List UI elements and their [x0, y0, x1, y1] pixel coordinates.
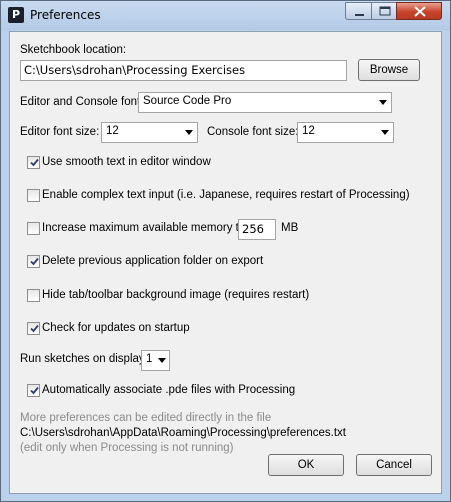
complex-text-checkbox[interactable] [27, 189, 40, 202]
console-font-size-value: 12 [302, 125, 315, 137]
cancel-button[interactable]: Cancel [356, 454, 432, 476]
editor-font-size-label: Editor font size: [20, 126, 100, 138]
font-select[interactable]: Source Code Pro [138, 92, 392, 113]
associate-pde-label: Automatically associate .pde files with … [42, 384, 296, 396]
max-memory-label: Increase maximum available memory to [42, 222, 246, 234]
check-updates-checkbox[interactable] [27, 322, 40, 335]
maximize-icon [379, 6, 391, 16]
dropdown-arrow-icon [158, 358, 166, 363]
browse-button[interactable]: Browse [358, 59, 420, 81]
close-button[interactable] [396, 2, 442, 20]
max-memory-input[interactable]: 256 [238, 219, 276, 240]
sketchbook-location-input[interactable]: C:\Users\sdrohan\Processing Exercises [20, 60, 347, 81]
font-select-value: Source Code Pro [143, 95, 232, 107]
dropdown-arrow-icon [185, 130, 193, 135]
check-updates-label: Check for updates on startup [42, 322, 190, 334]
smooth-text-checkbox[interactable] [27, 156, 40, 169]
memory-unit-label: MB [281, 222, 299, 234]
editor-font-size-value: 12 [106, 125, 119, 137]
preferences-panel: Sketchbook location: C:\Users\sdrohan\Pr… [9, 31, 442, 494]
max-memory-checkbox[interactable] [27, 222, 40, 235]
display-select-value: 1 [146, 353, 153, 365]
checkmark-icon [30, 158, 39, 167]
close-icon [414, 6, 426, 17]
minimize-button[interactable] [345, 2, 372, 20]
window-title: Preferences [30, 8, 101, 22]
hide-tab-checkbox[interactable] [27, 289, 40, 302]
console-font-size-label: Console font size: [207, 126, 299, 138]
display-select[interactable]: 1 [141, 350, 170, 371]
dropdown-arrow-icon [381, 130, 389, 135]
title-bar[interactable]: P Preferences [1, 1, 450, 30]
complex-text-label: Enable complex text input (i.e. Japanese… [42, 189, 410, 201]
sketchbook-location-label: Sketchbook location: [20, 44, 127, 56]
preferences-window: P Preferences Sketchbook location: C:\Us… [0, 0, 451, 502]
preferences-file-note: More preferences can be edited directly … [20, 412, 272, 424]
associate-pde-checkbox[interactable] [27, 384, 40, 397]
hide-tab-label: Hide tab/toolbar background image (requi… [42, 289, 310, 301]
maximize-button[interactable] [371, 2, 397, 20]
processing-app-icon: P [8, 7, 24, 23]
dropdown-arrow-icon [379, 100, 387, 105]
run-display-label: Run sketches on display [20, 353, 145, 365]
edit-caveat-note: (edit only when Processing is not runnin… [20, 442, 234, 454]
delete-folder-checkbox[interactable] [27, 255, 40, 268]
minimize-icon [355, 14, 364, 16]
checkmark-icon [30, 257, 39, 266]
editor-console-font-label: Editor and Console font [20, 96, 141, 108]
smooth-text-label: Use smooth text in editor window [42, 156, 211, 168]
editor-font-size-select[interactable]: 12 [101, 122, 198, 143]
delete-folder-label: Delete previous application folder on ex… [42, 255, 264, 267]
ok-button[interactable]: OK [268, 454, 344, 476]
preferences-file-path: C:\Users\sdrohan\AppData\Roaming\Process… [20, 427, 346, 439]
checkmark-icon [30, 386, 39, 395]
checkmark-icon [30, 324, 39, 333]
console-font-size-select[interactable]: 12 [297, 122, 394, 143]
